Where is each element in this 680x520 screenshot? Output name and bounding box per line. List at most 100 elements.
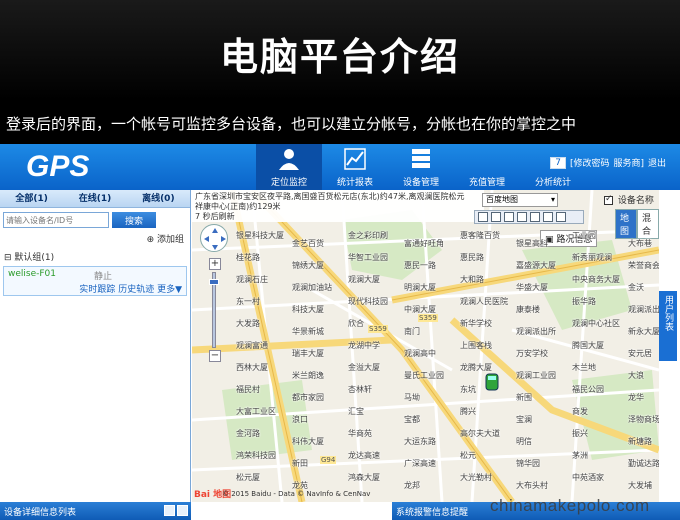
nav-location-monitor[interactable]: 定位监控 bbox=[256, 144, 322, 190]
map-place-label: 新华学校 bbox=[460, 319, 492, 328]
user-list-tab[interactable]: 用户列表 bbox=[659, 291, 677, 361]
maximize-icon[interactable] bbox=[177, 505, 188, 516]
rectangle-zoom-icon[interactable] bbox=[478, 212, 488, 222]
subtitle-bar: 登录后的界面，一个帐号可监控多台设备，也可以建立分帐号，分帐也在你的掌控之中 bbox=[0, 100, 680, 144]
map-place-label: 马坳 bbox=[404, 393, 420, 402]
device-name[interactable]: welise-F01 bbox=[8, 269, 56, 279]
device-list-item[interactable]: welise-F01 静止 实时跟踪 历史轨迹 更多▼ bbox=[3, 266, 187, 296]
chevron-down-icon: ▾ bbox=[550, 195, 555, 204]
map-place-label: 新永大厦 bbox=[628, 327, 659, 336]
pan-arrows-icon bbox=[204, 228, 226, 250]
map-place-label: 安元居 bbox=[628, 349, 652, 358]
vehicle-marker-icon[interactable] bbox=[484, 372, 500, 392]
wallet-icon bbox=[474, 146, 500, 172]
map-mode-map-button[interactable]: 地图 bbox=[615, 209, 637, 239]
device-name-toggle[interactable]: 设备名称 bbox=[604, 193, 654, 206]
watermark: chinamakepolo.com bbox=[490, 496, 650, 515]
map-place-label: 大光勒村 bbox=[460, 473, 492, 482]
nav-stats-report[interactable]: 统计报表 bbox=[322, 144, 388, 190]
device-search-row: 搜索 bbox=[0, 208, 190, 232]
search-button[interactable]: 搜索 bbox=[112, 212, 156, 228]
nav-label: 充值管理 bbox=[468, 178, 505, 188]
map-mode-hybrid-button[interactable]: 混合 bbox=[637, 209, 659, 239]
map-place-label: 金之彩印刷 bbox=[348, 231, 388, 240]
map-place-label: 大和路 bbox=[460, 275, 484, 284]
map-place-label: 龙邦 bbox=[404, 481, 420, 490]
map-place-label: 茅洲 bbox=[572, 451, 588, 460]
realtime-track-link[interactable]: 实时跟踪 bbox=[79, 285, 115, 295]
tab-offline-devices[interactable]: 离线(0) bbox=[142, 190, 175, 207]
message-count-badge[interactable]: 7 bbox=[550, 156, 566, 169]
nav-device-manage[interactable]: 设备管理 bbox=[388, 144, 454, 190]
device-search-input[interactable] bbox=[3, 212, 109, 228]
map-place-label: 瑞丰大厦 bbox=[292, 349, 324, 358]
map-place-label: 南门 bbox=[404, 327, 420, 336]
fullscreen-icon[interactable] bbox=[543, 212, 553, 222]
map-type-select[interactable]: 百度地图 ▾ bbox=[482, 193, 558, 207]
device-status: 静止 bbox=[94, 272, 113, 282]
tab-all-devices[interactable]: 全部(1) bbox=[15, 190, 48, 207]
map-place-label: 大运东路 bbox=[404, 437, 436, 446]
road-label: G94 bbox=[320, 456, 337, 464]
map-place-label: 观澜高中 bbox=[404, 349, 436, 358]
map-place-label: 观澜工业园 bbox=[516, 371, 556, 380]
change-password-link[interactable]: [修改密码 bbox=[570, 156, 610, 169]
map-place-label: 大布巷 bbox=[628, 239, 652, 248]
nav-label: 定位监控 bbox=[270, 178, 307, 188]
zoom-in-button[interactable]: + bbox=[209, 258, 221, 270]
service-provider-link[interactable]: 服务商] bbox=[613, 156, 644, 169]
add-group-button[interactable]: ⊕ 添加组 bbox=[0, 232, 190, 246]
map-place-label: 曼氏工业园 bbox=[404, 371, 444, 380]
nav-label: 设备管理 bbox=[402, 178, 439, 188]
map-place-label: 观澜加油站 bbox=[292, 283, 332, 292]
map-place-label: 锦绣大厦 bbox=[292, 261, 324, 270]
map-place-label: 观澜石庄 bbox=[236, 275, 268, 284]
map-place-label: 华景新城 bbox=[292, 327, 324, 336]
nav-label: 统计报表 bbox=[336, 178, 373, 188]
bar-chart-icon bbox=[344, 148, 366, 170]
map-place-label: 福民公园 bbox=[572, 385, 604, 394]
map-place-label: 华盛大厦 bbox=[516, 283, 548, 292]
map-place-label: 都市家园 bbox=[292, 393, 324, 402]
nav-recharge-manage[interactable]: 充值管理 bbox=[454, 144, 520, 190]
header-user-links: 7 [修改密码 服务商] 退出 bbox=[550, 156, 666, 169]
map-place-label: 观澜派出所 bbox=[516, 327, 556, 336]
zoom-in-tool-icon[interactable] bbox=[491, 212, 501, 222]
map-place-label: 汇宝 bbox=[348, 407, 364, 416]
logout-link[interactable]: 退出 bbox=[648, 156, 666, 169]
map-place-label: 科伟大厦 bbox=[292, 437, 324, 446]
map-place-label: 大布头村 bbox=[516, 481, 548, 490]
add-group-label: 添加组 bbox=[156, 235, 184, 245]
marker-tool-icon[interactable] bbox=[517, 212, 527, 222]
map-place-label: 龙湖中学 bbox=[348, 341, 380, 350]
map-pan-control[interactable] bbox=[200, 224, 228, 252]
zoom-out-button[interactable]: − bbox=[209, 350, 221, 362]
map-place-label: 万安学校 bbox=[516, 349, 548, 358]
map-place-label: 商发 bbox=[572, 407, 588, 416]
map-place-label: 明信 bbox=[516, 437, 532, 446]
pencil-icon[interactable] bbox=[556, 212, 566, 222]
zoom-slider-thumb[interactable] bbox=[209, 279, 219, 285]
minimize-icon[interactable] bbox=[164, 505, 175, 516]
map-place-label: 富通好旺角 bbox=[404, 239, 444, 248]
map-view[interactable]: 广东省深圳市宝安区夜平路,离国盛百货松元店(东北)约47米,离观澜医院松元 祥康… bbox=[192, 190, 659, 502]
map-place-label: 新田 bbox=[292, 459, 308, 468]
group-default[interactable]: ⊟ 默认组(1) bbox=[0, 250, 190, 264]
map-place-label: 龙达高速 bbox=[348, 451, 380, 460]
more-menu-link[interactable]: 更多▼ bbox=[157, 285, 182, 295]
zoom-slider[interactable] bbox=[209, 272, 219, 348]
device-actions: 实时跟踪 历史轨迹 更多▼ bbox=[79, 282, 182, 295]
map-place-label: 欣合 bbox=[348, 319, 364, 328]
map-place-label: 金溢大厦 bbox=[348, 363, 380, 372]
map-place-label: 振兴 bbox=[572, 429, 588, 438]
map-place-label: 观澜人民医院 bbox=[460, 297, 508, 306]
map-place-label: 福民村 bbox=[236, 385, 260, 394]
measure-icon[interactable] bbox=[504, 212, 514, 222]
tab-online-devices[interactable]: 在线(1) bbox=[79, 190, 112, 207]
print-icon[interactable] bbox=[530, 212, 540, 222]
map-place-label: 大发路 bbox=[236, 319, 260, 328]
history-track-link[interactable]: 历史轨迹 bbox=[118, 285, 154, 295]
map-place-label: 东坑 bbox=[460, 385, 476, 394]
map-place-label: 科技大厦 bbox=[292, 305, 324, 314]
map-place-label: 观澜大厦 bbox=[348, 275, 380, 284]
